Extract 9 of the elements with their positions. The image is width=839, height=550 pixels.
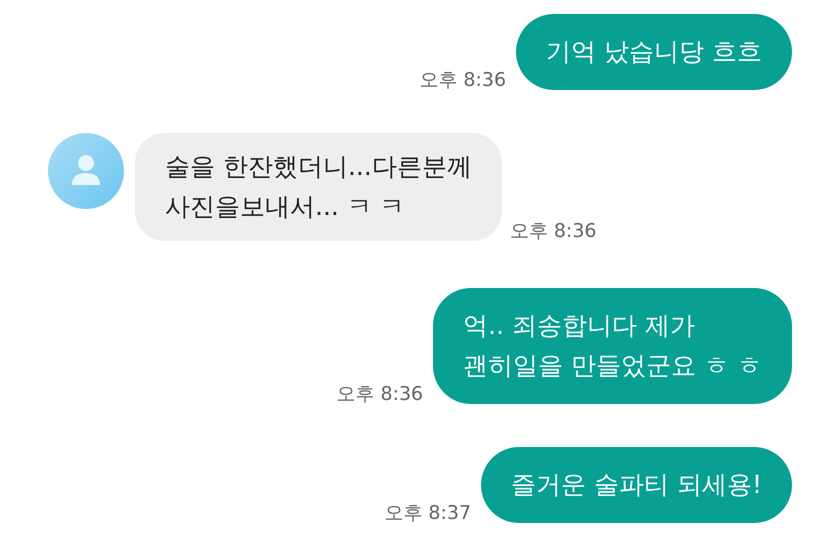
sent-message-bubble: 기억 났습니당 흐흐 xyxy=(516,14,792,90)
message-time: 오후 8:37 xyxy=(384,504,472,523)
message-time: 오후 8:36 xyxy=(419,71,506,90)
message-time: 오후 8:36 xyxy=(336,385,424,404)
message-time: 오후 8:36 xyxy=(510,222,597,241)
sent-message-bubble: 억.. 죄송합니다 제가 괜히일을 만들었군요 ㅎ ㅎ xyxy=(433,288,792,404)
received-message-bubble: 술을 한잔했더니...다른분께 사진을보내서... ㅋ ㅋ xyxy=(135,133,502,241)
sent-message-bubble: 즐거운 술파티 되세용! xyxy=(481,447,792,523)
avatar-icon xyxy=(48,133,124,209)
